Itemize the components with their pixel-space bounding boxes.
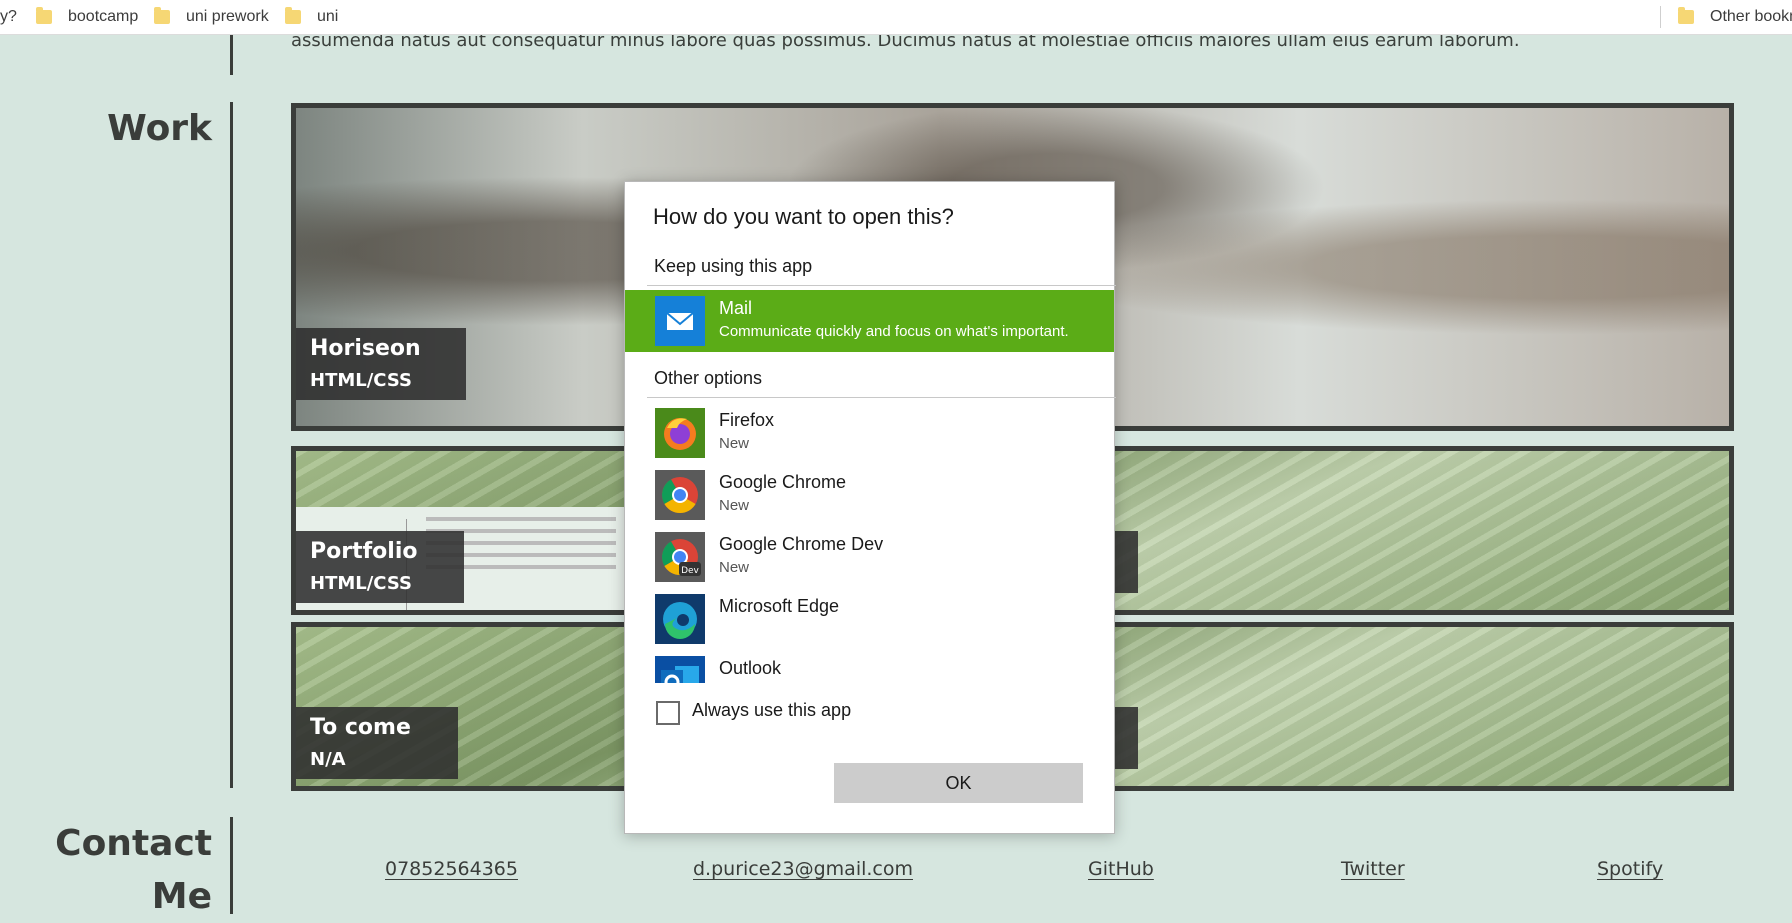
bookmark-label: uni prework <box>186 8 269 25</box>
about-divider-line <box>230 34 233 75</box>
folder-icon <box>1678 7 1694 24</box>
app-option-google-chrome[interactable]: Google Chrome New <box>625 464 1114 526</box>
app-name: Microsoft Edge <box>719 596 840 616</box>
project-title: Portfolio <box>310 539 418 564</box>
outlook-icon <box>655 656 705 683</box>
contact-divider-line <box>230 817 233 914</box>
work-divider-line <box>230 102 233 788</box>
keep-using-heading: Keep using this app <box>654 256 813 276</box>
bookmark-label: bootcamp <box>68 8 139 25</box>
edge-icon <box>655 594 705 644</box>
app-name: Google Chrome <box>719 472 847 492</box>
project-title: Horiseon <box>310 336 421 361</box>
ok-button[interactable]: OK <box>834 763 1083 803</box>
app-badge: New <box>719 435 750 452</box>
always-use-checkbox[interactable] <box>656 701 680 725</box>
bookmark-folder-bootcamp[interactable]: bootcamp <box>36 7 139 26</box>
preview-text-line <box>426 517 616 521</box>
app-option-outlook[interactable]: Outlook <box>625 650 1114 683</box>
project-tech: HTML/CSS <box>310 370 412 391</box>
app-badge: New <box>719 559 750 576</box>
phone-link[interactable]: 07852564365 <box>385 858 518 880</box>
mail-icon <box>655 296 705 346</box>
project-title: To come <box>310 715 411 740</box>
app-name: Firefox <box>719 410 775 430</box>
chrome-dev-icon: Dev <box>655 532 705 582</box>
bookmarks-divider <box>1660 6 1661 28</box>
bookmarks-bar: y? bootcamp uni prework uni Other bookm <box>0 0 1792 35</box>
project-card-label: Horiseon HTML/CSS <box>296 328 466 400</box>
project-tech: HTML/CSS <box>310 573 412 594</box>
bookmark-label: Other bookm <box>1710 8 1792 25</box>
app-option-google-chrome-dev[interactable]: Dev Google Chrome Dev New <box>625 526 1114 588</box>
bookmark-label: y? <box>0 8 17 25</box>
bookmark-item[interactable]: y? <box>0 8 17 26</box>
firefox-icon <box>655 408 705 458</box>
section-divider <box>647 285 1116 286</box>
app-badge: New <box>719 497 750 514</box>
folder-icon <box>36 7 52 24</box>
project-tech: N/A <box>310 749 346 770</box>
project-card-label: To come N/A <box>296 707 458 779</box>
work-heading: Work <box>107 108 212 149</box>
section-divider <box>647 397 1116 398</box>
bookmark-folder-other[interactable]: Other bookm <box>1678 7 1792 26</box>
open-with-dialog: How do you want to open this? Keep using… <box>624 181 1116 834</box>
spotify-link[interactable]: Spotify <box>1597 858 1663 880</box>
dialog-title: How do you want to open this? <box>653 204 954 229</box>
app-list-clip: Outlook <box>625 650 1114 683</box>
app-name: Mail <box>719 298 753 318</box>
contact-heading: Contact Me <box>55 823 212 917</box>
app-option-firefox[interactable]: Firefox New <box>625 402 1114 464</box>
other-options-heading: Other options <box>654 368 763 388</box>
chrome-icon <box>655 470 705 520</box>
folder-icon <box>154 7 170 24</box>
app-option-mail[interactable]: Mail Communicate quickly and focus on wh… <box>625 290 1114 352</box>
bookmark-label: uni <box>317 8 339 25</box>
contact-links: 07852564365 d.purice23@gmail.com GitHub … <box>291 858 1724 888</box>
always-use-label[interactable]: Always use this app <box>692 700 851 721</box>
app-option-microsoft-edge[interactable]: Microsoft Edge <box>625 588 1114 650</box>
twitter-link[interactable]: Twitter <box>1341 858 1405 880</box>
app-name: Outlook <box>719 658 782 678</box>
app-name: Google Chrome Dev <box>719 534 884 554</box>
github-link[interactable]: GitHub <box>1088 858 1154 880</box>
bookmark-folder-uni[interactable]: uni <box>285 7 339 26</box>
project-card-label: Portfolio HTML/CSS <box>296 531 464 603</box>
folder-icon <box>285 7 301 24</box>
email-link[interactable]: d.purice23@gmail.com <box>693 858 913 880</box>
bookmark-folder-uni-prework[interactable]: uni prework <box>154 7 269 26</box>
svg-text:Dev: Dev <box>681 566 699 576</box>
app-description: Communicate quickly and focus on what's … <box>719 323 1069 340</box>
